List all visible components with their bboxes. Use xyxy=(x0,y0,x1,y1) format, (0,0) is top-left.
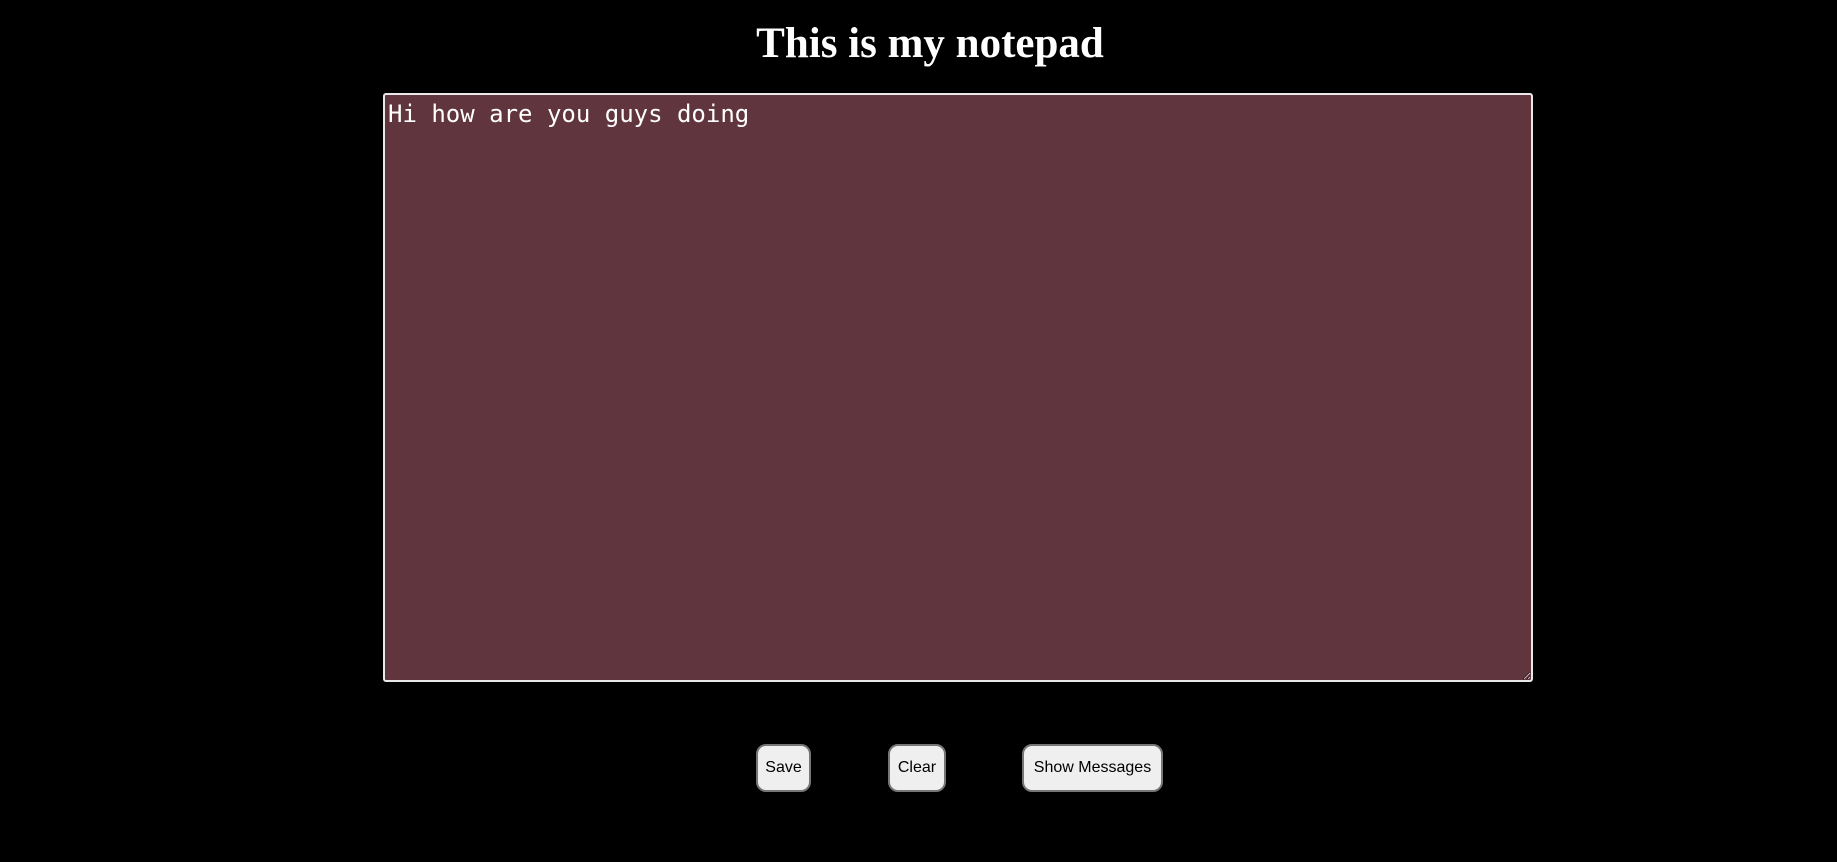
save-button[interactable]: Save xyxy=(756,744,811,792)
clear-button[interactable]: Clear xyxy=(888,744,946,792)
notepad-textarea[interactable]: Hi how are you guys doing xyxy=(383,93,1533,682)
page-title: This is my notepad xyxy=(756,20,1104,67)
show-messages-button[interactable]: Show Messages xyxy=(1022,744,1163,792)
